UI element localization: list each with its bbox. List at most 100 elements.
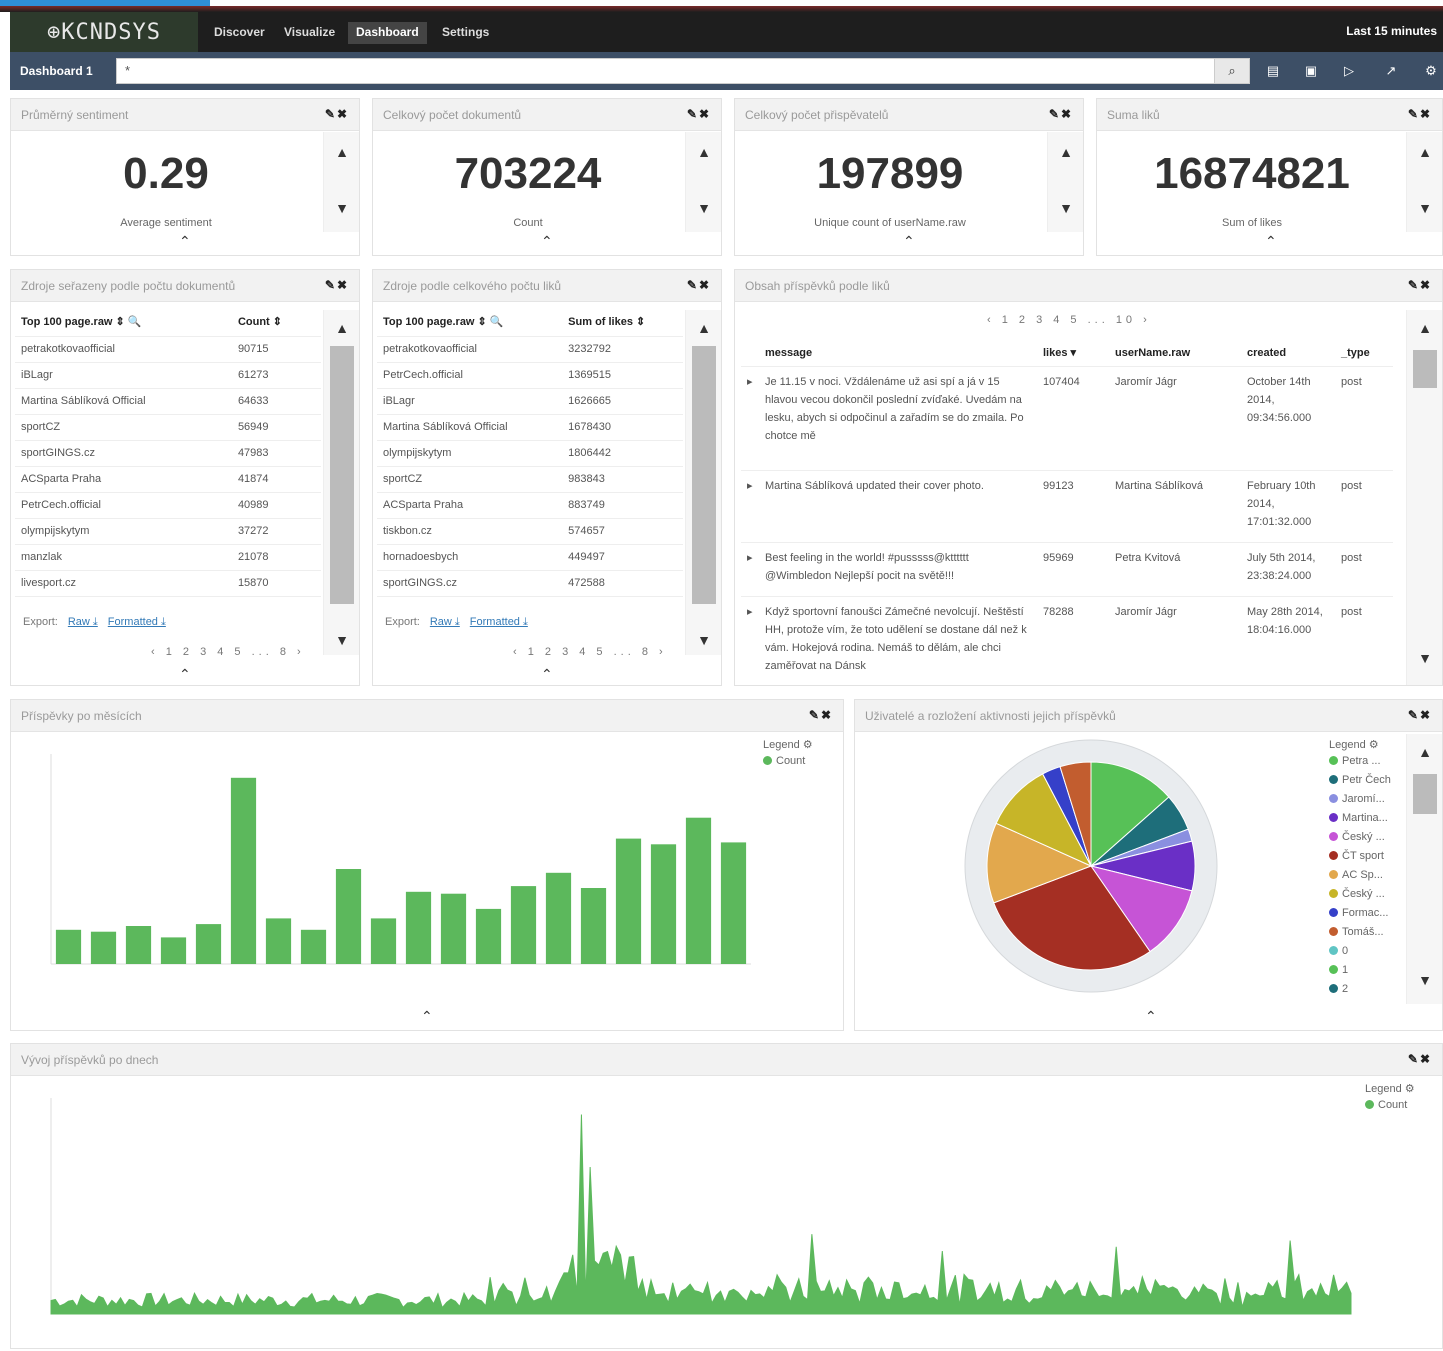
load-icon[interactable]: ▷ bbox=[1340, 62, 1358, 80]
panel-controls[interactable]: ✎✖ bbox=[687, 278, 711, 292]
search-input[interactable]: * bbox=[116, 58, 1216, 84]
column-header[interactable]: Top 100 page.raw ⇕ 🔍 bbox=[15, 308, 232, 337]
collapse-chevron-icon[interactable]: ⌃ bbox=[179, 233, 191, 250]
table-row[interactable]: petrakotkovaofficial 90715 bbox=[15, 336, 321, 363]
panel-controls[interactable]: ✎✖ bbox=[1408, 278, 1432, 292]
panel-controls[interactable]: ✎✖ bbox=[809, 708, 833, 722]
panel-controls[interactable]: ✎✖ bbox=[1408, 708, 1432, 722]
post-row[interactable]: ▸ Je 11.15 v noci. Vždálenáme už asi spí … bbox=[741, 366, 1393, 471]
scroll-up-icon[interactable]: ▲ bbox=[1407, 744, 1443, 760]
table-row[interactable]: sportCZ 56949 bbox=[15, 414, 321, 441]
scroll-thumb[interactable] bbox=[692, 346, 716, 604]
scroll-thumb[interactable] bbox=[1413, 350, 1437, 388]
legend-item[interactable]: ČT sport bbox=[1329, 846, 1391, 865]
panel-controls[interactable]: ✎✖ bbox=[325, 107, 349, 121]
expand-icon[interactable]: ▸ bbox=[741, 542, 759, 597]
table-row[interactable]: sportGINGS.cz 472588 bbox=[377, 570, 683, 597]
export-formatted-link[interactable]: Formatted ⤓ bbox=[108, 616, 166, 628]
legend-item[interactable]: Formac... bbox=[1329, 903, 1391, 922]
nav-dashboard[interactable]: Dashboard bbox=[348, 22, 427, 44]
scroll-up-icon[interactable]: ▲ bbox=[1407, 320, 1442, 336]
scroll-down-icon[interactable]: ▼ bbox=[1048, 200, 1084, 216]
table-row[interactable]: livesport.cz 15870 bbox=[15, 570, 321, 597]
scroll-up-icon[interactable]: ▲ bbox=[1407, 144, 1443, 160]
legend-item[interactable]: 0 bbox=[1329, 941, 1391, 960]
legend-item[interactable]: Jaromí... bbox=[1329, 789, 1391, 808]
export-raw-link[interactable]: Raw ⤓ bbox=[430, 616, 460, 628]
expand-icon[interactable]: ▸ bbox=[741, 366, 759, 471]
scroll-down-icon[interactable]: ▼ bbox=[1407, 972, 1443, 988]
table-row[interactable]: ACSparta Praha 41874 bbox=[15, 466, 321, 493]
collapse-chevron-icon[interactable]: ⌃ bbox=[1145, 1008, 1157, 1025]
scrollbar[interactable]: ▲ ▼ bbox=[685, 310, 721, 655]
scroll-up-icon[interactable]: ▲ bbox=[324, 144, 360, 160]
scrollbar[interactable]: ▲ ▼ bbox=[685, 132, 721, 232]
table-row[interactable]: Martina Sáblíková Official 1678430 bbox=[377, 414, 683, 441]
post-row[interactable]: ▸ Martina Sáblíková updated their cover p… bbox=[741, 470, 1393, 543]
column-header[interactable]: likes ▾ bbox=[1037, 340, 1109, 367]
share-icon[interactable]: ↗ bbox=[1382, 62, 1400, 80]
scroll-down-icon[interactable]: ▼ bbox=[1407, 200, 1443, 216]
export-raw-link[interactable]: Raw ⤓ bbox=[68, 616, 98, 628]
legend-item[interactable]: Martina... bbox=[1329, 808, 1391, 827]
legend-title[interactable]: Legend ⚙ bbox=[1329, 738, 1391, 751]
table-row[interactable]: hornadoesbych 449497 bbox=[377, 544, 683, 571]
scrollbar[interactable]: ▲ ▼ bbox=[323, 132, 359, 232]
table-row[interactable]: iBLagr 1626665 bbox=[377, 388, 683, 415]
nav-settings[interactable]: Settings bbox=[434, 22, 497, 44]
legend-title[interactable]: Legend ⚙ bbox=[763, 738, 813, 751]
scrollbar[interactable]: ▲ ▼ bbox=[323, 310, 359, 655]
table-row[interactable]: olympijskytym 37272 bbox=[15, 518, 321, 545]
time-picker[interactable]: Last 15 minutes bbox=[1346, 24, 1437, 38]
expand-icon[interactable]: ▸ bbox=[741, 596, 759, 685]
nav-visualize[interactable]: Visualize bbox=[276, 22, 343, 44]
collapse-chevron-icon[interactable]: ⌃ bbox=[421, 1008, 433, 1025]
nav-discover[interactable]: Discover bbox=[206, 22, 273, 44]
table-row[interactable]: tiskbon.cz 574657 bbox=[377, 518, 683, 545]
scroll-up-icon[interactable]: ▲ bbox=[686, 320, 722, 336]
legend-item[interactable]: Count bbox=[1365, 1095, 1415, 1114]
column-header[interactable]: Count ⇕ bbox=[231, 308, 321, 337]
legend-item[interactable]: AC Sp... bbox=[1329, 865, 1391, 884]
table-row[interactable]: iBLagr 61273 bbox=[15, 362, 321, 389]
column-header[interactable]: created bbox=[1241, 340, 1335, 367]
new-dashboard-icon[interactable]: ▤ bbox=[1264, 62, 1282, 80]
export-formatted-link[interactable]: Formatted ⤓ bbox=[470, 616, 528, 628]
collapse-chevron-icon[interactable]: ⌃ bbox=[903, 233, 915, 250]
panel-controls[interactable]: ✎✖ bbox=[325, 278, 349, 292]
search-button[interactable]: ⌕ bbox=[1214, 58, 1250, 84]
legend-title[interactable]: Legend ⚙ bbox=[1365, 1082, 1415, 1095]
legend-item[interactable]: Tomáš... bbox=[1329, 922, 1391, 941]
panel-controls[interactable]: ✎✖ bbox=[1049, 107, 1073, 121]
table-row[interactable]: sportGINGS.cz 47983 bbox=[15, 440, 321, 467]
legend-item[interactable]: 2 bbox=[1329, 979, 1391, 998]
post-row[interactable]: ▸ Best feeling in the world! #pusssss@ktt… bbox=[741, 542, 1393, 597]
logo[interactable]: ⊕KCNDSYS bbox=[10, 12, 198, 52]
table-pager[interactable]: ‹ 1 2 3 4 5 ... 8 › bbox=[151, 646, 305, 658]
scroll-thumb[interactable] bbox=[1413, 774, 1437, 814]
column-header[interactable]: _type bbox=[1335, 340, 1393, 367]
save-icon[interactable]: ▣ bbox=[1302, 62, 1320, 80]
table-row[interactable]: Martina Sáblíková Official 64633 bbox=[15, 388, 321, 415]
collapse-chevron-icon[interactable]: ⌃ bbox=[541, 233, 553, 250]
table-pager[interactable]: ‹ 1 2 3 4 5 ... 8 › bbox=[513, 646, 667, 658]
scrollbar[interactable]: ▲ ▼ bbox=[1406, 132, 1442, 232]
table-row[interactable]: sportCZ 983843 bbox=[377, 466, 683, 493]
panel-controls[interactable]: ✎✖ bbox=[1408, 1052, 1432, 1066]
legend-item[interactable]: Český ... bbox=[1329, 827, 1391, 846]
panel-controls[interactable]: ✎✖ bbox=[1408, 107, 1432, 121]
scroll-down-icon[interactable]: ▼ bbox=[324, 200, 360, 216]
legend-item[interactable]: 1 bbox=[1329, 960, 1391, 979]
scrollbar[interactable]: ▲ ▼ bbox=[1406, 734, 1442, 1004]
column-header[interactable]: userName.raw bbox=[1109, 340, 1241, 367]
scroll-up-icon[interactable]: ▲ bbox=[686, 144, 722, 160]
column-header[interactable]: Top 100 page.raw ⇕ 🔍 bbox=[377, 308, 563, 337]
scroll-down-icon[interactable]: ▼ bbox=[324, 632, 360, 648]
table-row[interactable]: PetrCech.official 40989 bbox=[15, 492, 321, 519]
panel-controls[interactable]: ✎✖ bbox=[687, 107, 711, 121]
scroll-thumb[interactable] bbox=[330, 346, 354, 604]
collapse-chevron-icon[interactable]: ⌃ bbox=[541, 666, 553, 683]
table-row[interactable]: ACSparta Praha 883749 bbox=[377, 492, 683, 519]
scroll-up-icon[interactable]: ▲ bbox=[324, 320, 360, 336]
scroll-down-icon[interactable]: ▼ bbox=[1407, 650, 1442, 666]
